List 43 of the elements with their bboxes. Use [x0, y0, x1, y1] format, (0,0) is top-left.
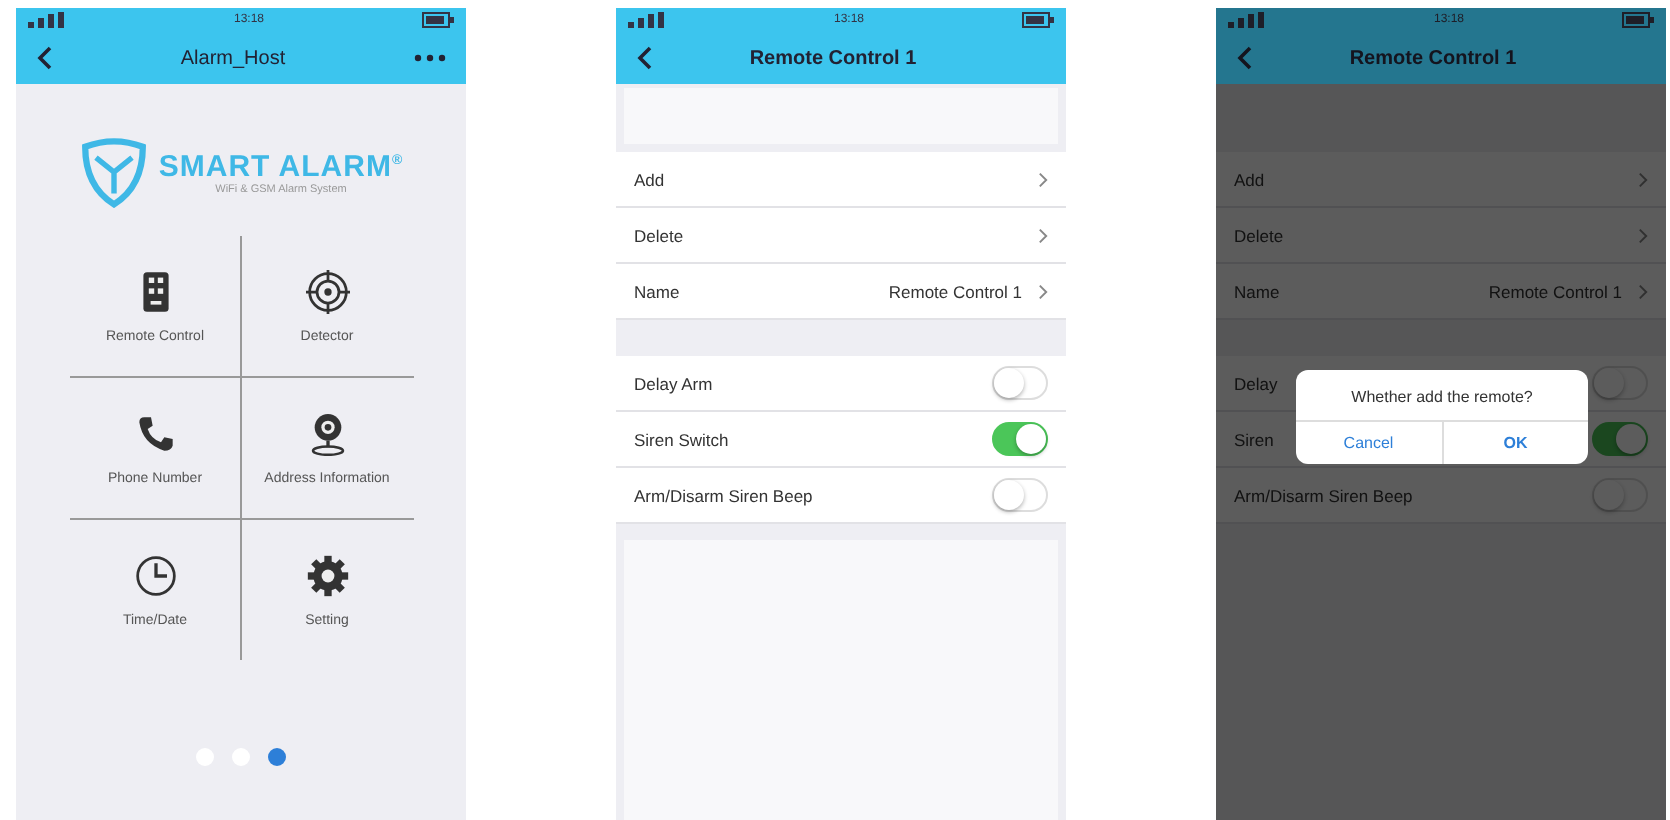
dialog-message: Whether add the remote?: [1351, 386, 1533, 410]
settings-icon: [305, 553, 349, 597]
battery-icon: [1021, 12, 1054, 28]
back-icon[interactable]: [636, 46, 652, 70]
dialog-button[interactable]: Cancel: [1296, 422, 1441, 464]
remote-icon: [137, 269, 173, 313]
toggle-label: Delay Arm: [634, 373, 713, 393]
page-dot[interactable]: [268, 748, 286, 766]
toggle-switch[interactable]: [992, 478, 1048, 512]
screen-title: Remote Control 1: [1349, 47, 1517, 69]
brand-name: SMART ALARM$^{®}$: [158, 149, 404, 183]
battery-icon: [1621, 12, 1654, 28]
chevron-icon: [1038, 171, 1048, 187]
toggle-switch[interactable]: [1592, 478, 1648, 512]
toggle-label: Arm/Disarm Siren Beep: [634, 485, 813, 505]
chevron-icon: [1638, 171, 1648, 187]
settings-row[interactable]: Delete: [616, 208, 1066, 264]
settings-row[interactable]: Name Remote Control 1: [616, 264, 1066, 320]
toggle-switch[interactable]: [992, 366, 1048, 400]
screen-title: Alarm_Host: [180, 47, 286, 69]
chevron-icon: [1038, 283, 1048, 299]
toggle-switch[interactable]: [992, 422, 1048, 456]
chevron-icon: [1638, 283, 1648, 299]
toggle-label: Arm/Disarm Siren Beep: [1234, 485, 1413, 505]
settings-row[interactable]: Add: [616, 152, 1066, 208]
toggle-switch[interactable]: [1592, 422, 1648, 456]
clock-icon: [133, 553, 177, 597]
dialog-button[interactable]: OK: [1441, 422, 1588, 464]
toggle-label: Siren: [1234, 429, 1274, 449]
phone-icon: [135, 411, 175, 455]
toggle-switch[interactable]: [1592, 366, 1648, 400]
more-icon[interactable]: [414, 54, 446, 62]
battery-icon: [421, 12, 454, 28]
location-camera-icon: [307, 411, 347, 455]
target-icon: [305, 269, 349, 313]
back-icon[interactable]: [1236, 46, 1252, 70]
toggle-label: Delay: [1234, 373, 1278, 393]
toggle-label: Siren Switch: [634, 429, 729, 449]
shield-logo-icon: [78, 136, 151, 208]
chevron-icon: [1038, 227, 1048, 243]
screen-title: Remote Control 1: [749, 47, 917, 69]
chevron-icon: [1638, 227, 1648, 243]
back-icon[interactable]: [36, 46, 52, 70]
